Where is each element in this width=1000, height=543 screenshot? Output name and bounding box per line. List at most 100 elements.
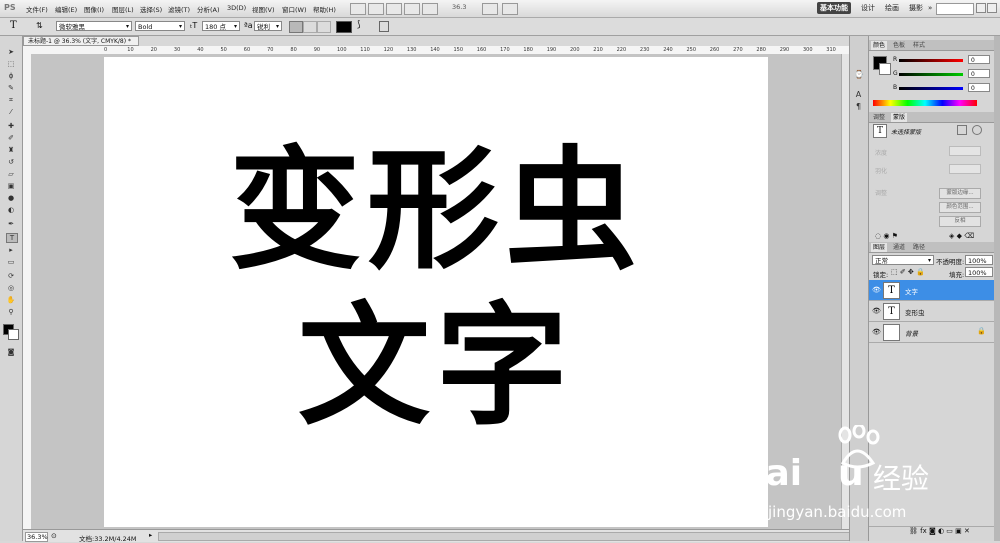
menu-analysis[interactable]: 分析(A): [197, 4, 220, 14]
workspace-more[interactable]: »: [925, 2, 935, 14]
layer-row[interactable]: 👁 T 变形虫: [869, 301, 995, 322]
layer-row[interactable]: 👁 T 文字: [869, 280, 995, 301]
blue-slider[interactable]: [899, 87, 963, 90]
canvas-text-line-1[interactable]: 变形虫: [104, 141, 768, 281]
document-tab[interactable]: 未标题-1 @ 36.3% (文字, CMYK/8) *: [23, 36, 139, 46]
warp-text-icon[interactable]: ⟆: [357, 20, 361, 30]
hand-icon[interactable]: [404, 3, 420, 15]
tab-paths[interactable]: 路径: [911, 243, 927, 252]
mini-bridge-icon[interactable]: [368, 3, 384, 15]
dodge-tool-icon[interactable]: ◐: [6, 206, 16, 214]
fill-field[interactable]: 100%: [965, 267, 993, 277]
layer-name[interactable]: 文字: [905, 286, 918, 296]
menu-view[interactable]: 视图(V): [252, 4, 275, 14]
search-field[interactable]: [936, 3, 974, 15]
tab-layers[interactable]: 图层: [871, 243, 888, 252]
bridge-icon[interactable]: [350, 3, 366, 15]
character-panel-icon[interactable]: [379, 21, 389, 32]
tab-styles[interactable]: 样式: [911, 41, 927, 50]
density-field[interactable]: [949, 146, 981, 156]
character-icon[interactable]: A: [854, 90, 863, 99]
zoom-dropdown[interactable]: 36.3: [452, 3, 478, 13]
antialias-select[interactable]: 锐利 ▾: [254, 21, 282, 31]
horizontal-scrollbar[interactable]: [158, 532, 850, 541]
quick-select-tool-icon[interactable]: ✎: [6, 84, 16, 92]
menu-image[interactable]: 图像(I): [84, 4, 104, 14]
menu-file[interactable]: 文件(F): [26, 4, 48, 14]
workspace-design[interactable]: 设计: [858, 2, 878, 14]
eye-icon[interactable]: 👁: [872, 286, 881, 294]
minimize-icon[interactable]: [976, 3, 986, 13]
apply-mask-icons[interactable]: ◈ ◆ ⌫: [949, 232, 974, 240]
clone-stamp-tool-icon[interactable]: ♜: [6, 146, 16, 154]
font-family-select[interactable]: 微软雅黑 ▾: [56, 21, 132, 31]
move-tool-icon[interactable]: ➤: [6, 48, 16, 56]
crop-tool-icon[interactable]: ⌗: [6, 96, 16, 104]
layer-name[interactable]: 变形虫: [905, 307, 925, 317]
color-spectrum-bar[interactable]: [873, 100, 977, 106]
zoom-icon[interactable]: [422, 3, 438, 15]
load-selection-icon[interactable]: ◌ ◉ ⚑: [875, 232, 898, 240]
extras-icon[interactable]: [386, 3, 402, 15]
blue-value[interactable]: 0: [968, 83, 990, 92]
red-slider[interactable]: [899, 59, 963, 62]
eye-icon[interactable]: 👁: [872, 307, 881, 315]
shape-tool-icon[interactable]: ▭: [6, 258, 16, 266]
background-color-swatch[interactable]: [8, 329, 19, 340]
blend-mode-select[interactable]: 正常 ▾: [872, 255, 934, 265]
lasso-tool-icon[interactable]: ϕ: [6, 72, 16, 80]
paragraph-icon[interactable]: ¶: [854, 102, 863, 111]
tab-color[interactable]: 颜色: [871, 41, 888, 50]
layer-row[interactable]: 👁 背景 🔒: [869, 322, 995, 343]
tab-masks[interactable]: 蒙版: [891, 113, 908, 122]
align-right-icon[interactable]: [317, 21, 331, 33]
opacity-field[interactable]: 100%: [965, 255, 993, 265]
font-style-select[interactable]: Bold ▾: [135, 21, 185, 31]
menu-filter[interactable]: 滤镜(T): [168, 4, 190, 14]
tab-channels[interactable]: 通道: [891, 243, 907, 252]
menu-layer[interactable]: 图层(L): [112, 4, 134, 14]
close-icon[interactable]: [987, 3, 997, 13]
green-slider[interactable]: [899, 73, 963, 76]
healing-brush-tool-icon[interactable]: ✚: [6, 122, 16, 130]
type-tool-preset-icon[interactable]: T: [10, 20, 17, 31]
workspace-photography[interactable]: 摄影: [906, 2, 926, 14]
text-orientation-icon[interactable]: ⇅: [36, 21, 43, 30]
feather-field[interactable]: [949, 164, 981, 174]
tab-adjustments[interactable]: 调整: [871, 113, 887, 122]
red-value[interactable]: 0: [968, 55, 990, 64]
screen-mode-icon[interactable]: [502, 3, 518, 15]
menu-select[interactable]: 选择(S): [140, 4, 162, 14]
layer-name[interactable]: 背景: [905, 328, 918, 338]
eyedropper-tool-icon[interactable]: ⁄: [6, 108, 16, 116]
history-icon[interactable]: ⌚: [854, 70, 864, 79]
menu-edit[interactable]: 编辑(E): [55, 4, 77, 14]
type-tool-icon[interactable]: T: [6, 233, 18, 243]
menu-help[interactable]: 帮助(H): [313, 4, 336, 14]
marquee-tool-icon[interactable]: ⬚: [6, 60, 16, 68]
pixel-mask-icon[interactable]: [957, 125, 967, 135]
eye-icon[interactable]: 👁: [872, 328, 881, 336]
zoom-tool-icon[interactable]: ⚲: [6, 308, 16, 316]
gradient-tool-icon[interactable]: ▣: [6, 182, 16, 190]
status-preview-icon[interactable]: ⊙: [51, 532, 57, 540]
background-swatch[interactable]: [879, 63, 891, 75]
invert-button[interactable]: 反相: [939, 216, 981, 227]
green-value[interactable]: 0: [968, 69, 990, 78]
vector-mask-icon[interactable]: [972, 125, 982, 135]
blur-tool-icon[interactable]: ●: [6, 194, 16, 202]
history-brush-tool-icon[interactable]: ↺: [6, 158, 16, 166]
align-left-icon[interactable]: [289, 21, 303, 33]
lock-icons[interactable]: ⬚ ✐ ✥ 🔒: [891, 268, 925, 276]
workspace-basic[interactable]: 基本功能: [817, 2, 851, 14]
menu-window[interactable]: 窗口(W): [282, 4, 307, 14]
arrange-documents-icon[interactable]: [482, 3, 498, 15]
text-color-swatch[interactable]: [336, 21, 352, 33]
status-menu-arrow-icon[interactable]: ▸: [149, 531, 152, 539]
tab-swatches[interactable]: 色板: [891, 41, 907, 50]
workspace-painting[interactable]: 绘画: [882, 2, 902, 14]
quick-mask-icon[interactable]: ◙: [6, 348, 16, 356]
document-canvas[interactable]: 变形虫 文字: [104, 57, 768, 527]
color-range-button[interactable]: 颜色范围...: [939, 202, 981, 213]
menu-3d[interactable]: 3D(D): [227, 4, 246, 12]
